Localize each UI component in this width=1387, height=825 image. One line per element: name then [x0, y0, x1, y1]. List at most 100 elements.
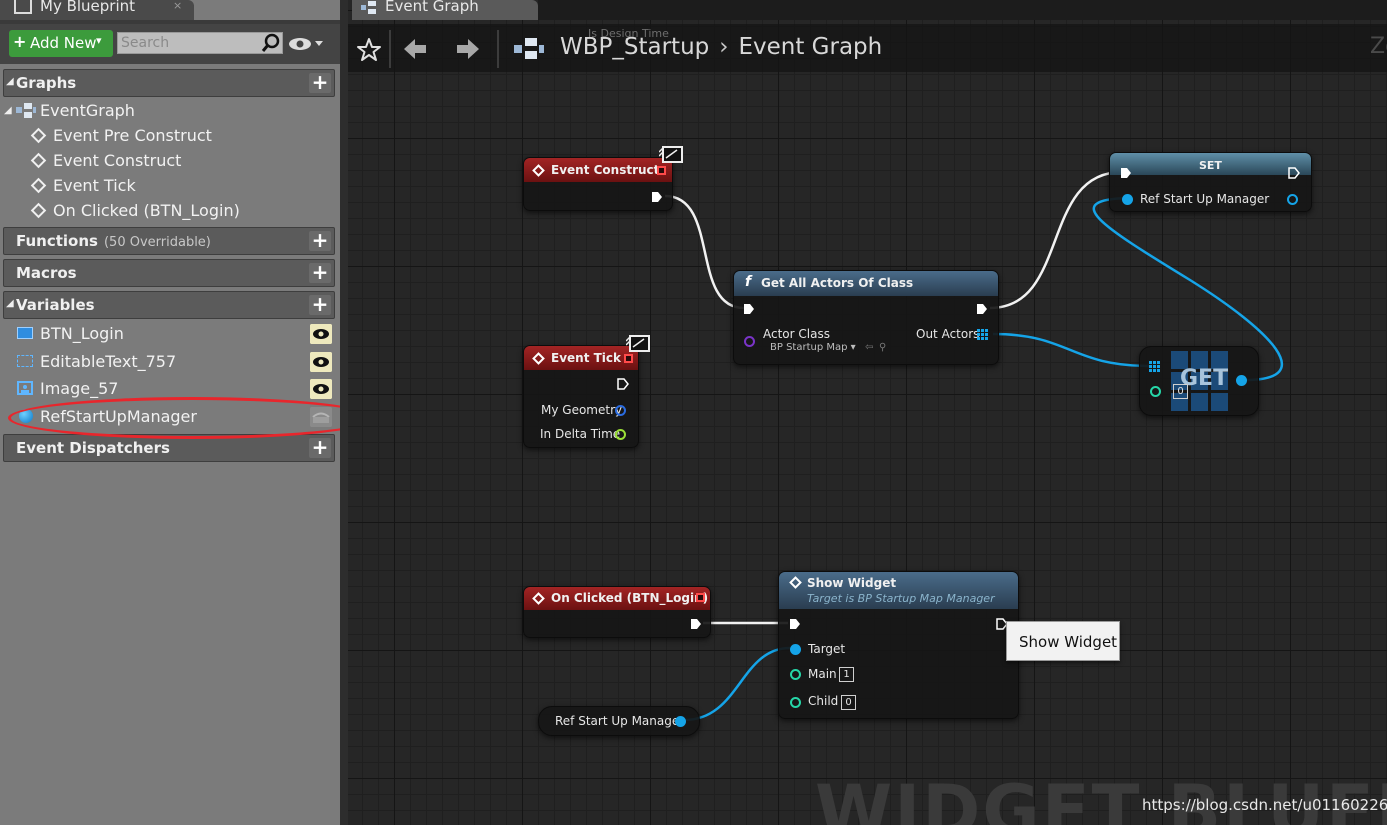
- int-child-pin[interactable]: [790, 697, 801, 708]
- variable-name: BTN_Login: [40, 324, 124, 343]
- node-show-widget[interactable]: Show Widget Target is BP Startup Map Man…: [778, 571, 1019, 719]
- exec-out-pin[interactable]: [617, 378, 629, 390]
- tree-item-event-tick[interactable]: Event Tick: [30, 176, 280, 198]
- delegate-pin-icon[interactable]: [624, 354, 633, 363]
- object-out-pin[interactable]: [675, 716, 686, 727]
- my-blueprint-tab[interactable]: My Blueprint ×: [0, 0, 194, 20]
- exec-in-pin[interactable]: [789, 618, 801, 630]
- add-new-button[interactable]: + Add New ▾: [9, 30, 113, 57]
- node-variable-getter-ref[interactable]: Ref Start Up Manager: [538, 706, 700, 736]
- close-icon[interactable]: ×: [173, 0, 182, 12]
- plus-icon: +: [13, 32, 27, 51]
- node-array-get[interactable]: GET 0: [1139, 346, 1259, 416]
- browse-search-icon[interactable]: ⚲: [879, 342, 886, 353]
- image-widget-icon: [17, 381, 33, 395]
- array-out-pin-icon[interactable]: [977, 329, 988, 340]
- float-out-pin[interactable]: [615, 429, 626, 440]
- zoom-label: Zo: [1370, 34, 1387, 59]
- variable-row-btn-login[interactable]: BTN_Login: [3, 321, 335, 347]
- breadcrumb-graph[interactable]: Event Graph: [738, 34, 882, 60]
- class-in-pin[interactable]: [744, 336, 755, 347]
- search-icon[interactable]: [261, 33, 281, 53]
- event-graph-icon: [16, 103, 36, 118]
- event-diamond-icon: [30, 202, 47, 219]
- function-f-icon: f: [745, 274, 752, 290]
- exec-out-pin[interactable]: [1288, 167, 1300, 179]
- node-event-tick[interactable]: Event Tick My Geometry In Delta Time: [523, 345, 639, 448]
- array-in-pin-icon[interactable]: [1149, 361, 1160, 372]
- search-box: [117, 32, 283, 54]
- pin-label-main: Main: [808, 667, 837, 681]
- add-function-button[interactable]: +: [309, 230, 331, 251]
- view-options-eye-icon[interactable]: [288, 35, 328, 53]
- source-url-watermark: https://blog.csdn.net/u011602263: [1142, 796, 1387, 814]
- node-on-clicked-btn-login[interactable]: On Clicked (BTN_Login): [523, 586, 711, 638]
- exec-out-pin[interactable]: [976, 303, 988, 315]
- node-set-variable[interactable]: SET Ref Start Up Manager: [1109, 152, 1312, 212]
- getter-label: Ref Start Up Manager: [555, 714, 685, 728]
- delegate-pin-icon[interactable]: [696, 593, 705, 602]
- forward-arrow-icon[interactable]: [455, 36, 481, 62]
- add-variable-button[interactable]: +: [309, 294, 331, 315]
- functions-section-header[interactable]: Functions (50 Overridable) +: [3, 227, 335, 255]
- add-event-dispatcher-button[interactable]: +: [309, 437, 331, 458]
- object-in-pin[interactable]: [1122, 194, 1133, 205]
- actor-class-dropdown[interactable]: BP Startup Map ▾: [770, 342, 856, 353]
- int-main-pin[interactable]: [790, 669, 801, 680]
- event-graph-tab[interactable]: Event Graph: [352, 0, 538, 20]
- collapse-triangle-icon[interactable]: ◢: [6, 76, 14, 87]
- pin-label-delta-time: In Delta Time: [540, 427, 621, 441]
- expand-triangle-icon[interactable]: ◢: [4, 105, 12, 116]
- exec-out-pin[interactable]: [651, 191, 663, 203]
- event-dispatchers-label: Event Dispatchers: [16, 439, 170, 457]
- macros-section-header[interactable]: Macros +: [3, 259, 335, 287]
- object-out-pin[interactable]: [1287, 194, 1298, 205]
- pin-label-target: Target: [808, 642, 846, 656]
- add-graph-button[interactable]: +: [309, 72, 331, 93]
- node-get-all-actors-of-class[interactable]: f Get All Actors Of Class Actor Class BP…: [733, 270, 999, 365]
- use-selected-arrow-icon[interactable]: ⇦: [865, 342, 873, 353]
- event-diamond-icon: [30, 177, 47, 194]
- event-diamond-icon: [30, 127, 47, 144]
- node-event-construct[interactable]: Event Construct: [523, 157, 673, 211]
- node-title: Event Construct: [551, 163, 660, 177]
- child-value[interactable]: 0: [841, 695, 856, 710]
- pin-label-actor-class: Actor Class: [763, 327, 830, 341]
- collapse-triangle-icon[interactable]: ◢: [6, 298, 14, 309]
- chevron-down-icon: ▾: [96, 34, 102, 47]
- object-out-pin[interactable]: [1236, 375, 1247, 386]
- tab-strip-empty: [538, 0, 1387, 20]
- main-value[interactable]: 1: [839, 667, 854, 682]
- node-title: Event Tick: [551, 351, 622, 365]
- visibility-eye-icon[interactable]: [310, 324, 332, 344]
- node-title: Get All Actors Of Class: [761, 276, 914, 290]
- back-arrow-icon[interactable]: [402, 36, 428, 62]
- star-icon[interactable]: [356, 37, 382, 63]
- int-in-pin[interactable]: [1150, 386, 1161, 397]
- exec-out-pin[interactable]: [690, 618, 702, 630]
- tree-item-on-clicked[interactable]: On Clicked (BTN_Login): [30, 201, 280, 223]
- tree-item-event-pre-construct[interactable]: Event Pre Construct: [30, 126, 280, 148]
- panel-splitter[interactable]: [340, 0, 348, 825]
- search-input[interactable]: [121, 34, 256, 52]
- variables-section-header[interactable]: ◢ Variables +: [3, 291, 335, 319]
- object-target-pin[interactable]: [790, 644, 801, 655]
- graphs-section-header[interactable]: ◢ Graphs +: [3, 69, 335, 97]
- struct-out-pin[interactable]: [615, 405, 626, 416]
- breadcrumb-blueprint[interactable]: WBP_Startup: [560, 34, 709, 60]
- tree-item-eventgraph[interactable]: ◢ EventGraph: [4, 101, 204, 123]
- visibility-eye-icon[interactable]: [310, 379, 332, 399]
- variable-row-editabletext[interactable]: EditableText_757: [3, 349, 335, 375]
- variable-name: Image_57: [40, 379, 119, 398]
- tree-item-event-construct[interactable]: Event Construct: [30, 151, 280, 173]
- show-widget-tooltip: Show Widget: [1006, 621, 1120, 661]
- functions-label: Functions (50 Overridable): [16, 232, 211, 250]
- exec-in-pin[interactable]: [743, 303, 755, 315]
- delegate-pin-icon[interactable]: [657, 166, 666, 175]
- exec-in-pin[interactable]: [1120, 167, 1132, 179]
- index-value[interactable]: 0: [1173, 384, 1188, 399]
- text-widget-icon: [17, 355, 33, 367]
- node-title: On Clicked (BTN_Login): [551, 591, 709, 605]
- visibility-eye-icon[interactable]: [310, 352, 332, 372]
- add-macro-button[interactable]: +: [309, 262, 331, 283]
